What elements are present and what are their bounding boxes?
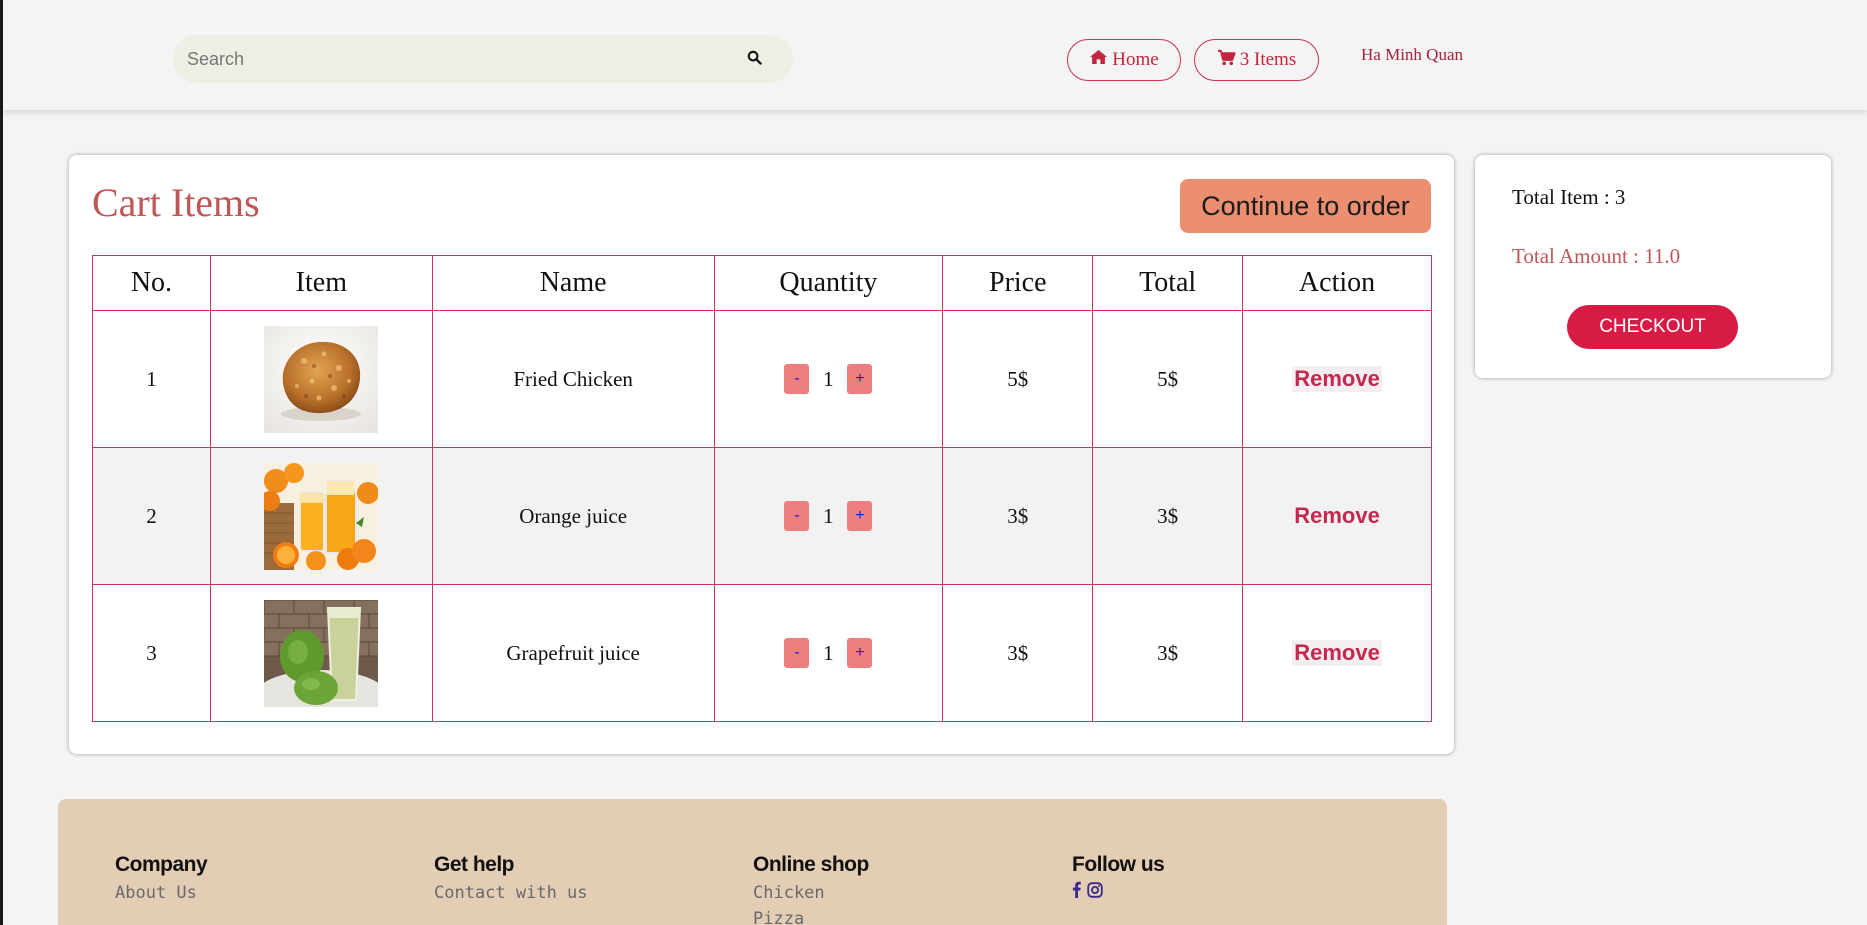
facebook-icon[interactable]: [1072, 881, 1081, 898]
item-image-cell: [209, 310, 433, 448]
footer-column-company: Company About Us: [115, 853, 208, 903]
column-header-no: No.: [92, 255, 211, 311]
total-amount: Total Amount : 11.0: [1512, 244, 1681, 268]
footer-heading: Follow us: [1072, 853, 1165, 876]
cart-icon: [1217, 49, 1236, 72]
item-image-cell: [209, 447, 433, 585]
table-row: 3 Grapefruit juice - 1 + 3$ 3$ Remove: [92, 584, 1432, 730]
footer-link-pizza[interactable]: Pizza: [753, 909, 869, 925]
quantity-stepper: - 1 +: [784, 501, 873, 531]
decrease-quantity-button[interactable]: -: [784, 638, 810, 668]
item-name: Grapefruit juice: [431, 584, 715, 722]
column-header-item: Item: [209, 255, 433, 311]
increase-quantity-button[interactable]: +: [847, 638, 873, 668]
footer-heading: Get help: [434, 853, 515, 876]
quantity-value: 1: [823, 366, 834, 391]
item-image-cell: [209, 584, 433, 730]
column-header-action: Action: [1242, 255, 1432, 311]
search-input[interactable]: [187, 43, 727, 75]
item-price: 3$: [942, 584, 1094, 722]
item-total: 3$: [1092, 447, 1244, 585]
remove-item-button[interactable]: Remove: [1292, 366, 1382, 392]
total-item-count: Total Item : 3: [1512, 185, 1626, 209]
item-name: Orange juice: [431, 447, 715, 585]
search-bar: [173, 35, 793, 83]
home-nav-button[interactable]: Home: [1067, 39, 1181, 81]
continue-to-order-button[interactable]: Continue to order: [1180, 179, 1431, 233]
page-title: Cart Items: [92, 180, 260, 225]
action-cell: Remove: [1242, 584, 1432, 722]
home-nav-label: Home: [1112, 49, 1159, 70]
quantity-value: 1: [823, 503, 834, 528]
quantity-stepper: - 1 +: [784, 638, 873, 668]
top-navbar: Home 3 Items Ha Minh Quan: [3, 0, 1867, 110]
action-cell: Remove: [1242, 310, 1432, 448]
footer-link-about-us[interactable]: About Us: [115, 883, 207, 903]
footer-heading: Online shop: [753, 853, 869, 876]
footer-column-get-help: Get help Contact with us: [434, 853, 588, 903]
search-icon: [747, 50, 762, 68]
grapefruit-juice-image: [248, 599, 400, 730]
increase-quantity-button[interactable]: +: [847, 364, 873, 394]
social-links: [1072, 881, 1164, 898]
action-cell: Remove: [1242, 447, 1432, 585]
quantity-value: 1: [823, 640, 834, 665]
column-header-quantity: Quantity: [713, 255, 944, 311]
table-row: 2 Orange juice - 1 + 3$ 3$ Remove: [92, 447, 1432, 585]
column-header-total: Total: [1092, 255, 1244, 311]
cart-nav-label: 3 Items: [1239, 49, 1297, 70]
row-number: 1: [92, 310, 211, 448]
decrease-quantity-button[interactable]: -: [784, 501, 810, 531]
cart-nav-button[interactable]: 3 Items: [1194, 39, 1319, 81]
footer-column-follow-us: Follow us: [1072, 853, 1165, 898]
item-price: 3$: [942, 447, 1094, 585]
search-button[interactable]: [738, 43, 770, 75]
column-header-name: Name: [431, 255, 715, 311]
order-summary-card: Total Item : 3 Total Amount : 11.0 CHECK…: [1475, 155, 1831, 378]
fried-chicken-image: [264, 325, 379, 433]
cart-items-card: Cart Items Continue to order No. Item Na…: [69, 155, 1454, 754]
window-edge: [0, 0, 3, 925]
cart-table: No. Item Name Quantity Price Total Actio…: [92, 255, 1432, 730]
quantity-stepper: - 1 +: [784, 364, 873, 394]
footer-link-contact[interactable]: Contact with us: [434, 883, 588, 903]
home-icon: [1089, 49, 1108, 71]
item-total: 3$: [1092, 584, 1244, 722]
user-name-link[interactable]: Ha Minh Quan: [1361, 45, 1463, 65]
instagram-icon[interactable]: [1087, 881, 1103, 898]
row-number: 2: [92, 447, 211, 585]
table-header-row: No. Item Name Quantity Price Total Actio…: [92, 255, 1432, 311]
row-number: 3: [92, 584, 211, 722]
item-price: 5$: [942, 310, 1094, 448]
footer-heading: Company: [115, 853, 208, 876]
increase-quantity-button[interactable]: +: [847, 501, 873, 531]
footer-column-online-shop: Online shop Chicken Pizza: [753, 853, 869, 925]
item-total: 5$: [1092, 310, 1244, 448]
decrease-quantity-button[interactable]: -: [784, 364, 810, 394]
table-row: 1 Fried Chicken - 1 + 5$ 5$ Remove: [92, 310, 1432, 448]
checkout-button[interactable]: CHECKOUT: [1567, 305, 1738, 349]
footer-link-chicken[interactable]: Chicken: [753, 883, 869, 903]
quantity-cell: - 1 +: [713, 447, 944, 585]
orange-juice-image: [260, 462, 380, 571]
item-name: Fried Chicken: [431, 310, 715, 448]
remove-item-button[interactable]: Remove: [1292, 503, 1382, 529]
remove-item-button[interactable]: Remove: [1292, 640, 1382, 666]
footer: Company About Us Get help Contact with u…: [58, 799, 1447, 925]
quantity-cell: - 1 +: [713, 584, 944, 722]
quantity-cell: - 1 +: [713, 310, 944, 448]
column-header-price: Price: [942, 255, 1094, 311]
